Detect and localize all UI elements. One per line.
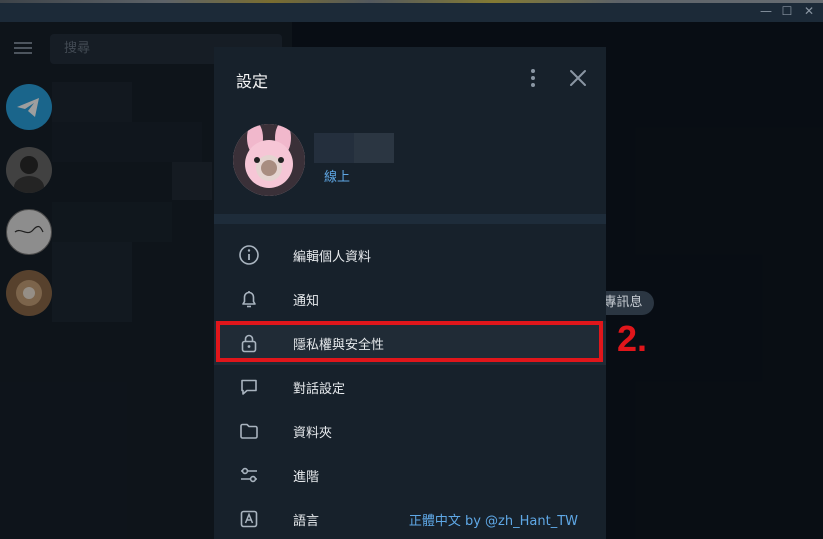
menu-item-notifications[interactable]: 通知 bbox=[214, 277, 606, 321]
menu-item-label: 編輯個人資料 bbox=[293, 250, 372, 265]
sliders-icon bbox=[238, 464, 260, 486]
maximize-button[interactable]: ☐ bbox=[779, 4, 795, 18]
menu-item-label: 對話設定 bbox=[293, 382, 346, 397]
more-options-icon[interactable] bbox=[529, 69, 537, 87]
close-icon[interactable] bbox=[569, 69, 587, 87]
menu-item-label: 語言 bbox=[293, 514, 320, 529]
language-value: 正體中文 by @zh_Hant_TW bbox=[408, 514, 578, 529]
menu-item-label: 通知 bbox=[293, 294, 320, 309]
titlebar-strip bbox=[0, 0, 823, 3]
minimize-button[interactable]: — bbox=[758, 4, 774, 18]
bell-icon bbox=[238, 288, 260, 310]
step-number-label: 2. bbox=[617, 318, 648, 359]
menu-item-edit-profile[interactable]: 編輯個人資料 bbox=[214, 233, 606, 277]
menu-item-label: 進階 bbox=[293, 470, 320, 485]
profile-name-blurred bbox=[354, 133, 394, 163]
info-icon bbox=[238, 244, 260, 266]
section-divider bbox=[214, 214, 606, 224]
highlight-box bbox=[216, 321, 603, 362]
modal-title: 設定 bbox=[236, 72, 269, 91]
close-window-button[interactable]: ✕ bbox=[801, 4, 817, 18]
settings-modal: 設定 線上 編輯個人資料 通知 隱私權與安全性 對話設定 資料夾 進階 語言 正… bbox=[214, 47, 606, 539]
profile-status: 線上 bbox=[324, 170, 351, 185]
folder-icon bbox=[238, 420, 260, 442]
profile-avatar[interactable] bbox=[233, 124, 305, 196]
window-titlebar: — ☐ ✕ bbox=[0, 0, 823, 22]
menu-item-folders[interactable]: 資料夾 bbox=[214, 409, 606, 453]
menu-item-language[interactable]: 語言 正體中文 by @zh_Hant_TW bbox=[214, 497, 606, 539]
menu-item-chat-settings[interactable]: 對話設定 bbox=[214, 365, 606, 409]
language-icon bbox=[238, 508, 260, 530]
menu-item-label: 資料夾 bbox=[293, 426, 333, 441]
menu-item-advanced[interactable]: 進階 bbox=[214, 453, 606, 497]
chat-bubble-icon bbox=[238, 376, 260, 398]
